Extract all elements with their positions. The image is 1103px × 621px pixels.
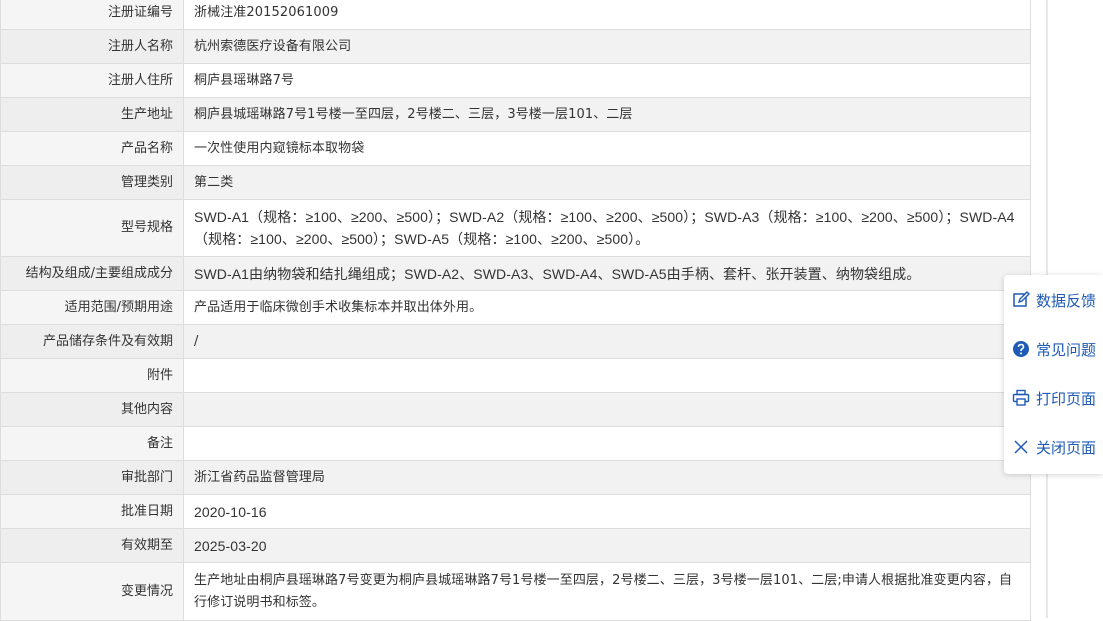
label-production-address: 生产地址: [0, 97, 184, 132]
value-model-spec: SWD-A1（规格：≥100、≥200、≥500）；SWD-A2（规格：≥100…: [183, 199, 1031, 257]
detail-table: 注册证编号 浙械注准20152061009 注册人名称 杭州索德医疗设备有限公司…: [0, 0, 1031, 621]
row-production-address: 生产地址 桐庐县城瑶琳路7号1号楼一至四层，2号楼二、三层，3号楼一层101、二…: [0, 97, 1031, 132]
print-page-button[interactable]: 打印页面: [1012, 384, 1103, 412]
value-attachment: [183, 358, 1031, 393]
row-registration-no: 注册证编号 浙械注准20152061009: [0, 0, 1031, 30]
faq-label: 常见问题: [1036, 340, 1097, 359]
label-attachment: 附件: [0, 358, 184, 393]
row-other-content: 其他内容: [0, 392, 1031, 427]
row-composition: 结构及组成/主要组成成分 SWD-A1由纳物袋和结扎绳组成；SWD-A2、SWD…: [0, 256, 1031, 291]
row-approval-date: 批准日期 2020-10-16: [0, 494, 1031, 529]
row-change-info: 变更情况 生产地址由桐庐县瑶琳路7号变更为桐庐县城瑶琳路7号1号楼一至四层，2号…: [0, 562, 1031, 621]
label-other-content: 其他内容: [0, 392, 184, 427]
row-remarks: 备注: [0, 426, 1031, 461]
value-approval-date: 2020-10-16: [183, 494, 1031, 529]
label-composition: 结构及组成/主要组成成分: [0, 256, 184, 291]
label-intended-use: 适用范围/预期用途: [0, 290, 184, 325]
value-change-info: 生产地址由桐庐县瑶琳路7号变更为桐庐县城瑶琳路7号1号楼一至四层，2号楼二、三层…: [183, 562, 1031, 621]
value-registration-no: 浙械注准20152061009: [183, 0, 1031, 30]
value-remarks: [183, 426, 1031, 461]
close-page-label: 关闭页面: [1036, 438, 1097, 457]
data-feedback-label: 数据反馈: [1036, 291, 1097, 310]
label-registrant-address: 注册人住所: [0, 63, 184, 98]
printer-icon: [1012, 389, 1030, 407]
value-intended-use: 产品适用于临床微创手术收集标本并取出体外用。: [183, 290, 1031, 325]
row-registrant-address: 注册人住所 桐庐县瑶琳路7号: [0, 63, 1031, 98]
row-registrant-name: 注册人名称 杭州索德医疗设备有限公司: [0, 29, 1031, 64]
row-valid-until: 有效期至 2025-03-20: [0, 528, 1031, 563]
value-approval-dept: 浙江省药品监督管理局: [183, 460, 1031, 495]
label-remarks: 备注: [0, 426, 184, 461]
close-page-button[interactable]: 关闭页面: [1012, 433, 1103, 461]
label-product-name: 产品名称: [0, 131, 184, 166]
label-change-info: 变更情况: [0, 562, 184, 621]
row-storage: 产品储存条件及有效期 /: [0, 324, 1031, 359]
value-other-content: [183, 392, 1031, 427]
label-approval-date: 批准日期: [0, 494, 184, 529]
label-model-spec: 型号规格: [0, 199, 184, 257]
value-product-name: 一次性使用内窥镜标本取物袋: [183, 131, 1031, 166]
row-approval-dept: 审批部门 浙江省药品监督管理局: [0, 460, 1031, 495]
floating-toolbar: 数据反馈 常见问题 打印页面 关闭页面: [1004, 275, 1103, 474]
label-storage: 产品储存条件及有效期: [0, 324, 184, 359]
print-page-label: 打印页面: [1036, 389, 1097, 408]
label-approval-dept: 审批部门: [0, 460, 184, 495]
faq-button[interactable]: 常见问题: [1012, 335, 1103, 363]
value-registrant-name: 杭州索德医疗设备有限公司: [183, 29, 1031, 64]
data-feedback-button[interactable]: 数据反馈: [1012, 286, 1103, 314]
row-model-spec: 型号规格 SWD-A1（规格：≥100、≥200、≥500）；SWD-A2（规格…: [0, 199, 1031, 257]
label-registration-no: 注册证编号: [0, 0, 184, 30]
label-valid-until: 有效期至: [0, 528, 184, 563]
row-attachment: 附件: [0, 358, 1031, 393]
row-management-category: 管理类别 第二类: [0, 165, 1031, 200]
label-registrant-name: 注册人名称: [0, 29, 184, 64]
close-icon: [1012, 438, 1030, 456]
value-storage: /: [183, 324, 1031, 359]
value-composition: SWD-A1由纳物袋和结扎绳组成；SWD-A2、SWD-A3、SWD-A4、SW…: [183, 256, 1031, 291]
edit-icon: [1012, 291, 1030, 309]
value-management-category: 第二类: [183, 165, 1031, 200]
question-circle-icon: [1012, 340, 1030, 358]
row-intended-use: 适用范围/预期用途 产品适用于临床微创手术收集标本并取出体外用。: [0, 290, 1031, 325]
label-management-category: 管理类别: [0, 165, 184, 200]
value-valid-until: 2025-03-20: [183, 528, 1031, 563]
value-production-address: 桐庐县城瑶琳路7号1号楼一至四层，2号楼二、三层，3号楼一层101、二层: [183, 97, 1031, 132]
value-registrant-address: 桐庐县瑶琳路7号: [183, 63, 1031, 98]
row-product-name: 产品名称 一次性使用内窥镜标本取物袋: [0, 131, 1031, 166]
